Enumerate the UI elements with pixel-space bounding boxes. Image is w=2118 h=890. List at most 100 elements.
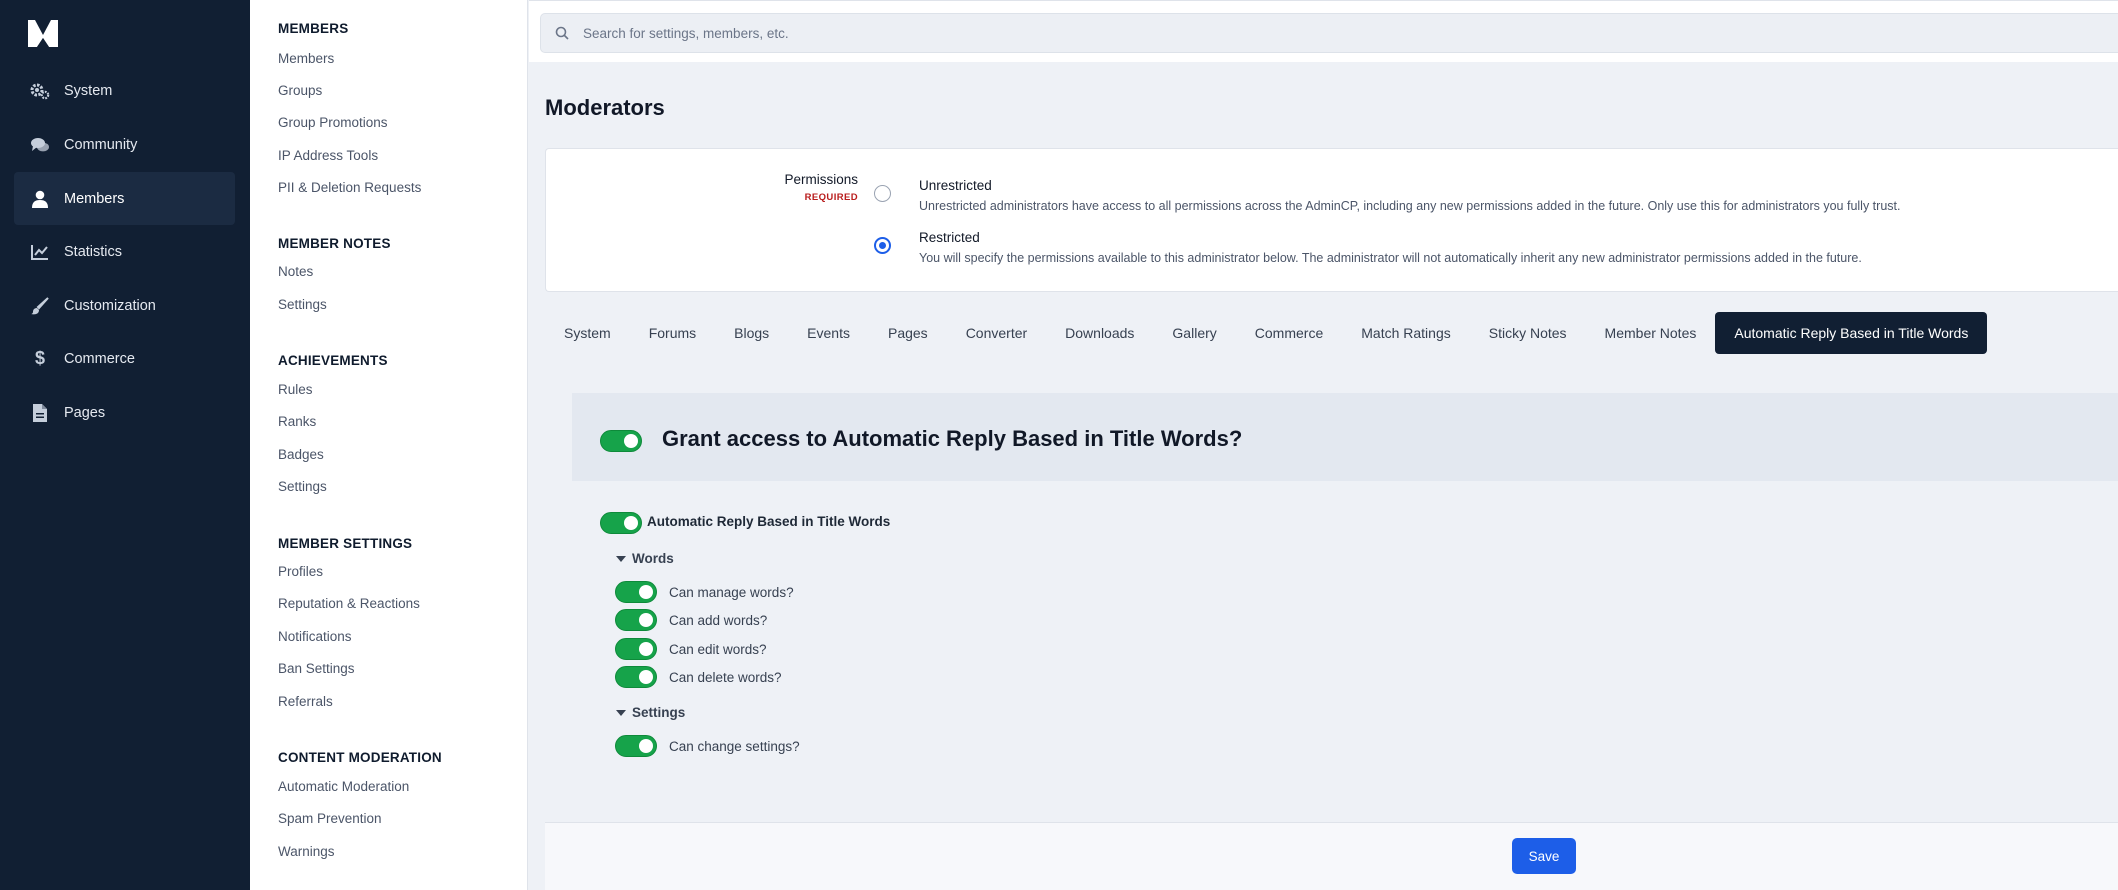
nav-label: Statistics	[64, 243, 123, 260]
chat-bubbles-icon	[30, 135, 50, 155]
search-icon	[555, 26, 569, 40]
submenu-heading-content-moderation: CONTENT MODERATION	[278, 750, 442, 765]
submenu-heading-member-settings: MEMBER SETTINGS	[278, 536, 413, 551]
app-permission-toggle[interactable]	[600, 512, 642, 534]
nav-item-system[interactable]: System	[14, 64, 235, 117]
user-icon	[30, 189, 50, 209]
option-unrestricted-title: Unrestricted	[919, 178, 992, 193]
toggle-can-delete-words[interactable]	[615, 666, 657, 688]
option-restricted-desc: You will specify the permissions availab…	[919, 251, 1862, 265]
radio-unrestricted[interactable]	[874, 185, 891, 202]
top-bar	[529, 0, 2118, 62]
label-can-manage-words: Can manage words?	[669, 585, 794, 600]
submenu-link-automatic-moderation[interactable]: Automatic Moderation	[278, 779, 409, 794]
submenu-link-ranks[interactable]: Ranks	[278, 414, 316, 429]
submenu-link-ip-address-tools[interactable]: IP Address Tools	[278, 148, 378, 163]
tab-gallery[interactable]: Gallery	[1153, 312, 1235, 354]
caret-down-icon	[616, 555, 626, 562]
main-content: Moderators Permissions REQUIRED Unrestri…	[529, 0, 2118, 890]
primary-nav: System Community Members Statistics Cust…	[0, 0, 250, 890]
group-settings-label: Settings	[632, 705, 686, 720]
permissions-card: Permissions REQUIRED Unrestricted Unrest…	[545, 148, 2118, 292]
gears-icon	[30, 81, 50, 101]
permissions-label: Permissions	[784, 172, 858, 187]
option-unrestricted-desc: Unrestricted administrators have access …	[919, 199, 1901, 213]
submenu-link-achievements-settings[interactable]: Settings	[278, 479, 327, 494]
group-words-label: Words	[632, 551, 674, 566]
group-settings-header[interactable]: Settings	[616, 705, 685, 720]
app-permission-label: Automatic Reply Based in Title Words	[647, 514, 891, 529]
group-words-header[interactable]: Words	[616, 551, 674, 566]
nav-label: Members	[64, 190, 125, 207]
save-button[interactable]: Save	[1512, 838, 1576, 874]
submenu-link-reputation[interactable]: Reputation & Reactions	[278, 596, 420, 611]
toggle-can-edit-words[interactable]	[615, 638, 657, 660]
tab-member-notes[interactable]: Member Notes	[1586, 312, 1716, 354]
toggle-can-add-words[interactable]	[615, 609, 657, 631]
grant-access-toggle[interactable]	[600, 430, 642, 452]
submenu-heading-achievements: ACHIEVEMENTS	[278, 353, 388, 368]
logo-icon[interactable]	[27, 18, 59, 48]
section-submenu: MEMBERS Members Groups Group Promotions …	[250, 0, 528, 890]
page-title: Moderators	[545, 95, 665, 120]
tab-pages[interactable]: Pages	[869, 312, 947, 354]
app-tabs: System Forums Blogs Events Pages Convert…	[545, 312, 1988, 354]
submenu-link-badges[interactable]: Badges	[278, 447, 324, 462]
submenu-link-notes[interactable]: Notes	[278, 264, 313, 279]
tab-events[interactable]: Events	[788, 312, 869, 354]
tab-downloads[interactable]: Downloads	[1046, 312, 1153, 354]
nav-item-customization[interactable]: Customization	[14, 279, 235, 332]
tab-forums[interactable]: Forums	[630, 312, 715, 354]
submenu-link-ban-settings[interactable]: Ban Settings	[278, 661, 355, 676]
submenu-link-profiles[interactable]: Profiles	[278, 564, 323, 579]
required-badge: REQUIRED	[804, 192, 858, 203]
caret-down-icon	[616, 709, 626, 716]
option-restricted-title: Restricted	[919, 230, 980, 245]
submenu-link-spam-prevention[interactable]: Spam Prevention	[278, 811, 382, 826]
submenu-heading-member-notes: MEMBER NOTES	[278, 236, 391, 251]
submenu-link-notifications[interactable]: Notifications	[278, 629, 352, 644]
tab-commerce[interactable]: Commerce	[1236, 312, 1342, 354]
tab-blogs[interactable]: Blogs	[715, 312, 788, 354]
nav-item-members[interactable]: Members	[14, 172, 235, 225]
dollar-icon: $	[34, 348, 45, 368]
nav-label: Community	[64, 136, 138, 153]
label-can-delete-words: Can delete words?	[669, 670, 782, 685]
submenu-link-members[interactable]: Members	[278, 51, 334, 66]
nav-item-pages[interactable]: Pages	[14, 386, 235, 439]
nav-item-commerce[interactable]: $ Commerce	[14, 332, 235, 385]
submenu-link-pii-deletion[interactable]: PII & Deletion Requests	[278, 180, 421, 195]
grant-access-title: Grant access to Automatic Reply Based in…	[662, 426, 1243, 451]
grant-access-panel: Grant access to Automatic Reply Based in…	[572, 393, 2118, 481]
nav-label: Pages	[64, 404, 106, 421]
nav-item-statistics[interactable]: Statistics	[14, 225, 235, 278]
submenu-link-referrals[interactable]: Referrals	[278, 694, 333, 709]
tab-sticky-notes[interactable]: Sticky Notes	[1470, 312, 1586, 354]
submenu-link-rules[interactable]: Rules	[278, 382, 313, 397]
nav-label: Customization	[64, 297, 156, 314]
document-icon	[30, 403, 50, 423]
tab-system[interactable]: System	[545, 312, 630, 354]
search-box[interactable]	[540, 13, 2118, 53]
tab-converter[interactable]: Converter	[947, 312, 1046, 354]
nav-label: Commerce	[64, 350, 135, 367]
tab-automatic-reply[interactable]: Automatic Reply Based in Title Words	[1715, 312, 1988, 354]
submenu-link-warnings[interactable]: Warnings	[278, 844, 335, 859]
line-chart-icon	[30, 242, 50, 262]
nav-label: System	[64, 82, 113, 99]
paintbrush-icon	[30, 296, 50, 316]
submenu-link-groups[interactable]: Groups	[278, 83, 322, 98]
form-footer: Save	[545, 822, 2118, 890]
search-input[interactable]	[583, 25, 1983, 41]
label-can-change-settings: Can change settings?	[669, 739, 800, 754]
label-can-edit-words: Can edit words?	[669, 642, 767, 657]
submenu-link-group-promotions[interactable]: Group Promotions	[278, 115, 388, 130]
toggle-can-change-settings[interactable]	[615, 735, 657, 757]
label-can-add-words: Can add words?	[669, 613, 768, 628]
nav-item-community[interactable]: Community	[14, 118, 235, 171]
radio-restricted[interactable]	[874, 237, 891, 254]
toggle-can-manage-words[interactable]	[615, 581, 657, 603]
submenu-link-notes-settings[interactable]: Settings	[278, 297, 327, 312]
submenu-heading-members: MEMBERS	[278, 21, 349, 36]
tab-match-ratings[interactable]: Match Ratings	[1342, 312, 1469, 354]
